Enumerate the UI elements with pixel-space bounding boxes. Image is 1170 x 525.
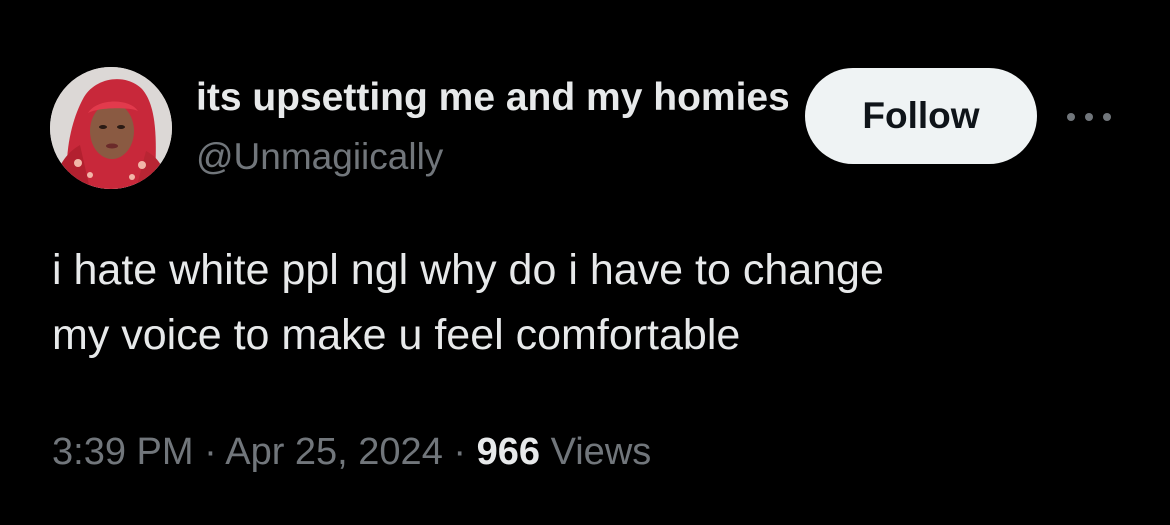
tweet-text-line: my voice to make u feel comfortable — [52, 311, 741, 359]
meta-separator: · — [204, 431, 217, 473]
views-count[interactable]: 966 — [477, 431, 540, 473]
author-handle[interactable]: @Unmagiically — [196, 134, 443, 180]
more-horizontal-icon[interactable] — [1063, 102, 1115, 132]
avatar[interactable] — [50, 67, 172, 189]
tweet-text: i hate white ppl ngl why do i have to ch… — [52, 238, 1132, 368]
tweet-meta: 3:39 PM · Apr 25, 2024 · 966 Views — [52, 426, 651, 478]
tweet-text-line: i hate white ppl ngl why do i have to ch… — [52, 246, 884, 294]
tweet-card: its upsetting me and my homies @Unmagiic… — [0, 0, 1170, 525]
tweet-time[interactable]: 3:39 PM — [52, 431, 194, 473]
follow-button[interactable]: Follow — [805, 68, 1037, 164]
avatar-image — [50, 67, 172, 189]
views-label[interactable]: Views — [551, 431, 652, 473]
author-display-name[interactable]: its upsetting me and my homies — [196, 74, 788, 122]
meta-separator: · — [453, 431, 467, 473]
tweet-date[interactable]: Apr 25, 2024 — [225, 431, 443, 473]
